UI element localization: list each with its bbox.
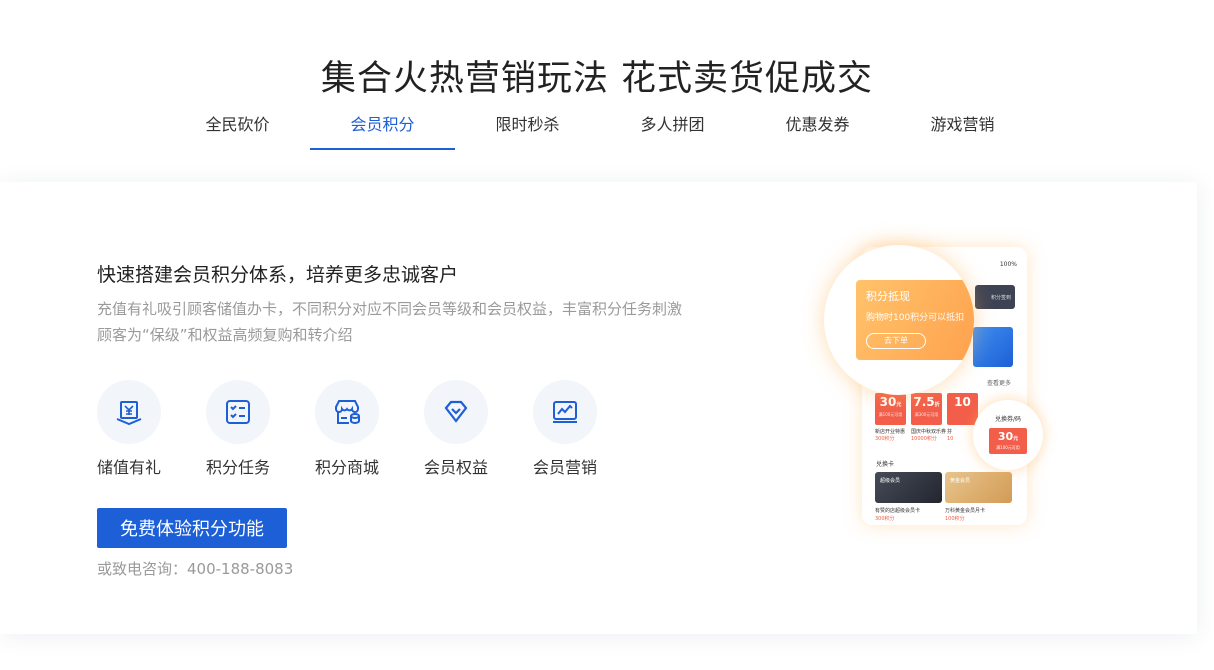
coupon-name: 国庆中秋双乐券 10000积分 <box>911 429 947 442</box>
phone-coupon: 7.5折满300元可用 <box>911 393 942 425</box>
phone-card-names: 有赞的店超级会员卡 300积分 万科黄金会员月卡 100积分 <box>875 507 1015 523</box>
page-headline: 集合火热营销玩法 花式卖货促成交 <box>320 59 874 99</box>
chart-icon <box>533 380 597 444</box>
feature-points-task: 积分任务 <box>206 380 315 478</box>
points-card-desc: 购物时100积分可以抵扣 <box>866 313 965 323</box>
card-name: 万科黄金会员月卡 100积分 <box>945 508 986 522</box>
coupon-sub: 满300元可用 <box>914 412 939 417</box>
feature-member-rights: 会员权益 <box>424 380 533 478</box>
coupon-value: 10 <box>954 395 971 409</box>
hotline-text: 或致电咨询：400-188-8083 <box>97 560 294 578</box>
phone-coupon: 30元满100元可用 <box>875 393 906 425</box>
content-panel: 快速搭建会员积分体系，培养更多忠诚客户 充值有礼吸引顾客储值办卡，不同积分对应不… <box>0 182 1197 634</box>
stored-value-icon <box>97 380 161 444</box>
feature-label: 储值有礼 <box>97 458 162 477</box>
tab-game-marketing[interactable]: 游戏营销 <box>890 108 1035 150</box>
phone-member-card: 黄金会员 <box>945 472 1012 503</box>
phone-exchange-title: 兑换卡 <box>876 461 895 468</box>
phone-status-battery: 100% <box>999 261 1017 268</box>
phone-member-card: 超级会员 <box>875 472 942 503</box>
phone-dark-banner-label: 积分签到 <box>990 295 1011 301</box>
panel-description: 充值有礼吸引顾客储值办卡，不同积分对应不同会员等级和会员权益，丰富积分任务刺激顾… <box>97 300 683 344</box>
feature-points-mall: 积分商城 <box>315 380 424 478</box>
card-name: 有赞的店超级会员卡 300积分 <box>875 508 921 522</box>
phone-dark-banner: 积分签到 <box>975 285 1015 309</box>
feature-tabs: 全民砍价 会员积分 限时秒杀 多人拼团 优惠发券 游戏营销 <box>165 108 1035 152</box>
points-card-button: 去下单 <box>866 333 926 349</box>
diamond-icon <box>424 380 488 444</box>
tab-member-points[interactable]: 会员积分 <box>310 108 455 150</box>
coupon-unit: 折 <box>934 402 940 408</box>
exchange-bubble-coupon: 30元 满100元可用 <box>989 428 1027 454</box>
coupon-unit: 元 <box>896 402 902 408</box>
phone-more-link: 查看更多 <box>986 380 1011 387</box>
feature-member-marketing: 会员营销 <box>533 380 642 478</box>
phone-card-row: 超级会员 黄金会员 <box>875 472 1012 503</box>
store-icon <box>315 380 379 444</box>
tab-group-buy[interactable]: 多人拼团 <box>600 108 745 150</box>
feature-list: 储值有礼 积分任务 积分商城 会员权益 会员营销 <box>97 380 642 478</box>
panel-title: 快速搭建会员积分体系，培养更多忠诚客户 <box>97 264 459 286</box>
exchange-bubble-title: 兑换券/码 <box>994 416 1022 423</box>
tab-bargain[interactable]: 全民砍价 <box>165 108 310 150</box>
feature-label: 会员权益 <box>424 458 489 477</box>
exchange-coupon-bubble: 兑换券/码 30元 满100元可用 <box>973 400 1043 470</box>
tab-coupons[interactable]: 优惠发券 <box>745 108 890 150</box>
coupon-name: 新店开业特惠 300积分 <box>875 429 906 442</box>
tab-flash-sale[interactable]: 限时秒杀 <box>455 108 600 150</box>
points-redeem-bubble: 积分抵现 购物时100积分可以抵扣 去下单 <box>824 245 974 395</box>
feature-label: 积分任务 <box>206 458 271 477</box>
feature-label: 会员营销 <box>533 458 598 477</box>
coupon-sub: 满100元可用 <box>878 412 903 417</box>
points-card-title: 积分抵现 <box>866 290 910 303</box>
phone-coupon-names: 新店开业特惠 300积分 国庆中秋双乐券 10000积分 芬 10 <box>875 429 983 443</box>
phone-blue-banner <box>973 327 1013 367</box>
coupon-value: 30 <box>879 395 897 409</box>
feature-label: 积分商城 <box>315 458 380 477</box>
free-trial-button[interactable]: 免费体验积分功能 <box>97 508 287 548</box>
feature-stored-value: 储值有礼 <box>97 380 206 478</box>
points-redeem-card: 积分抵现 购物时100积分可以抵扣 去下单 <box>856 280 974 360</box>
phone-coupon-row: 30元满100元可用 7.5折满300元可用 10 <box>875 393 983 425</box>
coupon-value: 7.5 <box>913 395 935 409</box>
task-list-icon <box>206 380 270 444</box>
